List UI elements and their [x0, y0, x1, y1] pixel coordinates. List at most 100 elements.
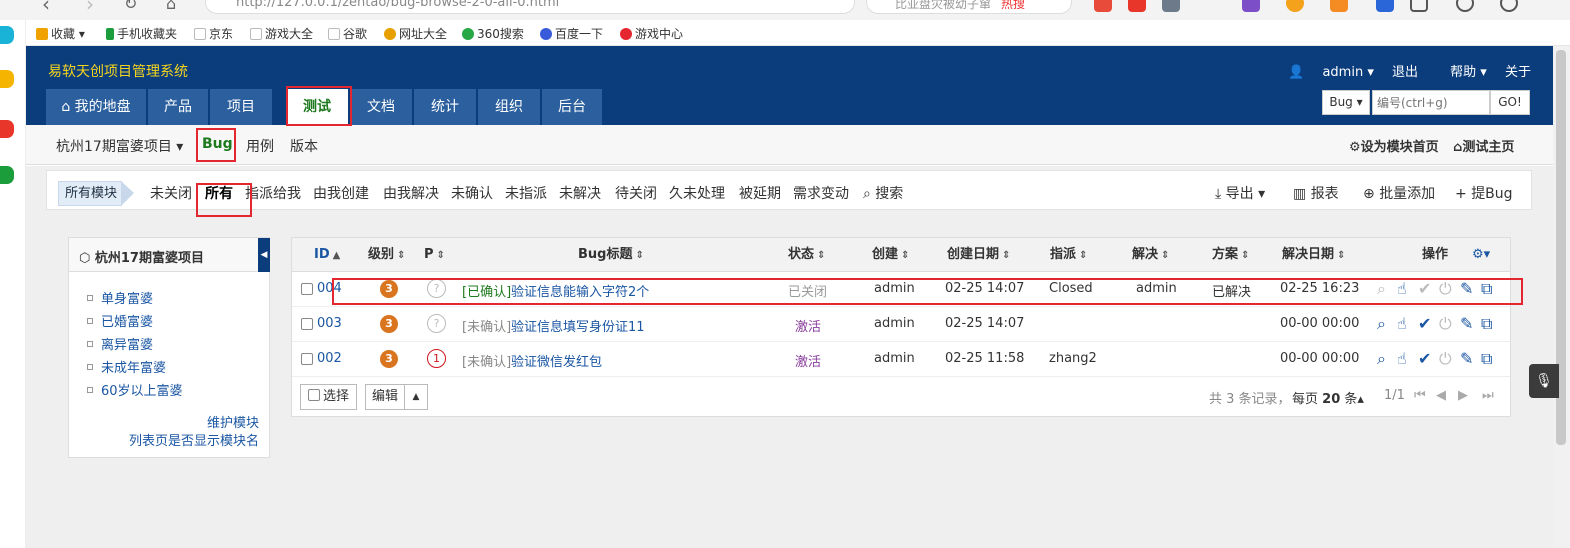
column-status[interactable]: 状态 ⇕: [788, 238, 825, 272]
prev-page-icon[interactable]: ◀: [1436, 388, 1446, 403]
table-row[interactable]: 003 3 ? [未确认] 验证信息填写身份证11 激活 admin 02-25…: [292, 307, 1510, 342]
module-item[interactable]: 单身富婆: [87, 288, 153, 307]
refresh-icon[interactable]: ↻: [124, 0, 137, 13]
bug-title-link[interactable]: 验证微信发红包: [511, 351, 602, 370]
module-item[interactable]: 已婚富婆: [87, 311, 153, 330]
microphone-icon[interactable]: 🎙: [1529, 364, 1559, 398]
select-all-checkbox[interactable]: [307, 389, 320, 401]
filter-long-lasting[interactable]: 久未处理: [669, 183, 725, 203]
batch-edit-button[interactable]: 编辑: [365, 384, 405, 410]
resolve-icon[interactable]: ✔: [1418, 314, 1431, 333]
filter-resolved-by-me[interactable]: 由我解决: [383, 183, 439, 203]
bookmark-favorites[interactable]: 收藏 ▾: [36, 25, 85, 42]
sidebar-app-icon[interactable]: [0, 26, 14, 44]
module-item[interactable]: 未成年富婆: [87, 357, 166, 376]
edit-icon[interactable]: ✎: [1460, 349, 1473, 368]
filter-unresolved[interactable]: 未解决: [559, 183, 601, 203]
collapse-tree-icon[interactable]: ◀: [258, 238, 270, 272]
filter-story-changed[interactable]: 需求变动: [793, 183, 849, 203]
bug-id[interactable]: 003: [317, 316, 342, 331]
batch-create-button[interactable]: ⊕ 批量添加: [1363, 183, 1435, 203]
tab-admin[interactable]: 后台: [542, 89, 602, 125]
per-page-selector[interactable]: 每页 20 条▴: [1292, 388, 1364, 407]
confirm-icon[interactable]: ⌕: [1377, 314, 1386, 334]
resolve-icon[interactable]: ✔: [1418, 349, 1431, 368]
copy-icon[interactable]: ⧉: [1481, 349, 1492, 369]
column-id[interactable]: ID ▲: [314, 238, 340, 272]
menu-icon[interactable]: [1500, 0, 1518, 12]
filter-postponed[interactable]: 被延期: [739, 183, 781, 203]
filter-assigned-to-me[interactable]: 指派给我: [245, 183, 301, 203]
set-module-home-link[interactable]: ⚙设为模块首页: [1349, 136, 1439, 155]
bookmark-item[interactable]: 游戏中心: [620, 25, 683, 42]
column-severity[interactable]: 级别 ⇕: [368, 238, 405, 272]
batch-actions-dropdown[interactable]: ▲: [404, 384, 428, 410]
bookmark-item[interactable]: 游戏大全: [250, 25, 313, 42]
filter-unassigned[interactable]: 未指派: [505, 183, 547, 203]
forward-icon[interactable]: ›: [86, 0, 94, 16]
confirm-icon[interactable]: ⌕: [1377, 349, 1386, 369]
column-priority[interactable]: P ⇕: [424, 238, 445, 272]
bookmark-item[interactable]: 360搜索: [462, 25, 524, 42]
sidebar-favorites-icon[interactable]: [0, 70, 14, 88]
column-title[interactable]: Bug标题 ⇕: [578, 238, 644, 272]
column-resolution[interactable]: 方案 ⇕: [1212, 238, 1249, 272]
extension-icon[interactable]: [1376, 0, 1394, 12]
tab-org[interactable]: 组织: [478, 89, 540, 125]
column-creator[interactable]: 创建 ⇕: [872, 238, 909, 272]
column-resolver[interactable]: 解决 ⇕: [1132, 238, 1169, 272]
filter-to-close[interactable]: 待关闭: [615, 183, 657, 203]
table-row[interactable]: 002 3 1 [未确认] 验证微信发红包 激活 admin 02-25 11:…: [292, 342, 1510, 377]
settings-icon[interactable]: [1456, 0, 1474, 12]
bookmark-item[interactable]: 网址大全: [384, 25, 447, 42]
edit-icon[interactable]: ✎: [1460, 314, 1473, 333]
product-switcher[interactable]: 杭州17期富婆项目 ▾: [56, 136, 183, 156]
column-assigned[interactable]: 指派 ⇕: [1050, 238, 1087, 272]
copy-icon[interactable]: ⧉: [1481, 314, 1492, 334]
extension-icon[interactable]: [1330, 0, 1348, 12]
sidebar-mail-icon[interactable]: [0, 166, 14, 184]
bug-title-link[interactable]: 验证信息填写身份证11: [511, 316, 645, 335]
browser-search-box[interactable]: 比亚盘灾被幼子窜 热搜: [866, 0, 1072, 14]
about-link[interactable]: 关于: [1505, 65, 1531, 80]
help-menu[interactable]: 帮助 ▾: [1436, 65, 1487, 80]
row-checkbox[interactable]: [301, 318, 313, 330]
tab-doc[interactable]: 文档: [350, 89, 412, 125]
tab-stats[interactable]: 统计: [414, 89, 476, 125]
test-home-link[interactable]: ⌂测试主页: [1453, 136, 1514, 155]
user-menu[interactable]: 👤 admin ▾: [1288, 65, 1374, 80]
report-button[interactable]: ▥ 报表: [1293, 183, 1339, 203]
logout-link[interactable]: 退出: [1392, 65, 1418, 80]
tab-project[interactable]: 项目: [210, 89, 272, 125]
filter-opened-by-me[interactable]: 由我创建: [313, 183, 369, 203]
extension-icon[interactable]: [1286, 0, 1304, 12]
quick-search-input[interactable]: [1372, 90, 1490, 115]
search-type-select[interactable]: Bug ▾: [1322, 90, 1370, 115]
search-toggle[interactable]: ⌕ 搜索: [863, 183, 903, 203]
all-modules-breadcrumb[interactable]: 所有模块: [58, 181, 134, 206]
column-settings-icon[interactable]: ⚙▾: [1472, 238, 1490, 272]
extension-icon[interactable]: [1162, 0, 1180, 12]
back-icon[interactable]: ‹: [42, 0, 50, 16]
grid-icon[interactable]: [1410, 0, 1428, 12]
assign-icon[interactable]: ☝: [1397, 314, 1407, 333]
subnav-testcase[interactable]: 用例: [246, 136, 274, 156]
first-page-icon[interactable]: ⏮: [1414, 388, 1426, 403]
sidebar-weibo-icon[interactable]: [0, 120, 14, 138]
extension-icon[interactable]: [1242, 0, 1260, 12]
subnav-build[interactable]: 版本: [290, 136, 318, 156]
home-icon[interactable]: ⌂: [166, 0, 176, 13]
bug-id[interactable]: 002: [317, 351, 342, 366]
show-module-name-link[interactable]: 列表页是否显示模块名: [129, 430, 259, 449]
bookmark-item[interactable]: 百度一下: [540, 25, 603, 42]
row-checkbox[interactable]: [301, 353, 313, 365]
module-item[interactable]: 离异富婆: [87, 334, 153, 353]
filter-unclosed[interactable]: 未关闭: [150, 183, 192, 203]
bookmark-item[interactable]: 手机收藏夹: [106, 25, 177, 42]
report-bug-button[interactable]: + 提Bug: [1455, 183, 1513, 203]
module-item[interactable]: 60岁以上富婆: [87, 380, 183, 399]
bookmark-item[interactable]: 京东: [194, 25, 233, 42]
bookmark-item[interactable]: 谷歌: [328, 25, 367, 42]
select-all-button[interactable]: 选择: [300, 384, 357, 410]
tab-product[interactable]: 产品: [148, 89, 208, 125]
